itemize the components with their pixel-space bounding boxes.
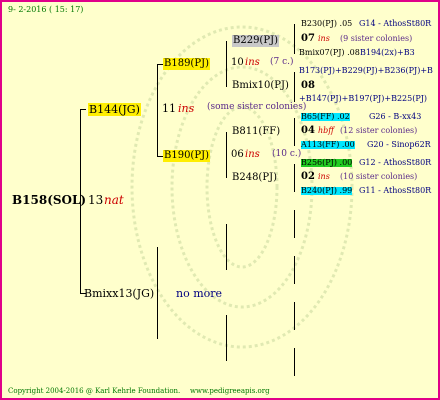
gen2-b-mating: ins xyxy=(245,149,260,160)
gen4-r10[interactable]: B256(PJ) .00 xyxy=(301,159,353,167)
root-queen[interactable]: B158(SOL) xyxy=(12,194,86,206)
gen2-a-sisters: (7 c.) xyxy=(270,57,294,67)
gen4-r3-origin: B194(2x)+B3 xyxy=(360,48,415,57)
gen2-b-queen[interactable]: B190(PJ) xyxy=(163,150,210,162)
gen1-top-year: 11 xyxy=(162,102,176,115)
gen3-b-queen[interactable]: Bmix10(PJ) xyxy=(232,81,289,91)
gen4-r2-year: 07 xyxy=(301,33,315,44)
gen4-r8-mating: hbff xyxy=(318,126,334,135)
gen3-d-queen[interactable]: B248(PJ) xyxy=(232,173,277,183)
gen2-b-year: 06 xyxy=(231,149,244,160)
pedigree-frame: 9- 2-2016 ( 15: 17) B158(SOL) 13 nat B14… xyxy=(0,0,440,400)
header-date: 9- 2-2016 ( 15: 17) xyxy=(8,5,84,14)
connector-line xyxy=(80,109,86,110)
empty-bracket xyxy=(226,224,227,270)
gen3-a-queen[interactable]: B229(PJ) xyxy=(232,35,279,47)
gen4-r4[interactable]: B173(PJ)+B229(PJ)+B236(PJ)+B xyxy=(299,67,433,75)
gen4-r3[interactable]: Bmix07(PJ) .08 xyxy=(299,49,360,57)
gen4-r7-origin: G26 - B-xx43 xyxy=(369,112,422,121)
footer-site-link[interactable]: www.pedigreeapis.org xyxy=(190,388,270,395)
gen4-r7[interactable]: B65(FF) .02 xyxy=(301,113,350,121)
connector-line xyxy=(294,72,295,102)
gen2-a-mating: ins xyxy=(245,57,260,68)
gen1-bottom-queen[interactable]: Bmixx13(JG) xyxy=(84,288,154,299)
connector-line xyxy=(294,24,295,54)
gen4-r11-year: 02 xyxy=(301,171,315,182)
connector-line xyxy=(294,118,295,146)
root-mating: nat xyxy=(104,193,124,207)
connector-line xyxy=(294,164,295,192)
gen4-r2-mating: ins xyxy=(318,34,330,43)
gen4-r8-year: 04 xyxy=(301,125,315,136)
empty-bracket xyxy=(294,210,295,238)
empty-bracket xyxy=(294,348,295,376)
gen1-bottom-nomore: no more xyxy=(176,287,223,300)
gen4-r9-origin: G20 - Sinop62R xyxy=(367,140,431,149)
footer-copyright: Copyright 2004-2016 @ Karl Kehrle Founda… xyxy=(8,387,181,395)
connector-line xyxy=(226,132,227,178)
gen3-c-queen[interactable]: B811(FF) xyxy=(232,127,280,137)
gen4-r12[interactable]: B240(PJ) .99 xyxy=(301,187,353,195)
gen4-r6: +B147(PJ)+B197(PJ)+B225(PJ) xyxy=(299,94,428,103)
root-year: 13 xyxy=(88,193,104,207)
gen4-r9[interactable]: A113(FF) .00 xyxy=(301,141,355,149)
connector-line xyxy=(226,41,227,87)
gen4-r11-sisters: (10 sister colonies) xyxy=(340,172,418,181)
connector-line xyxy=(157,64,158,156)
gen1-top-sisters: (some sister colonies) xyxy=(207,102,307,112)
gen2-b-sisters: (10 c.) xyxy=(272,149,302,159)
gen4-r5-year: 08 xyxy=(301,80,315,91)
empty-bracket xyxy=(226,315,227,361)
gen4-r1[interactable]: B230(PJ) .05 xyxy=(301,20,352,28)
gen2-a-queen[interactable]: B189(PJ) xyxy=(163,58,210,70)
empty-bracket xyxy=(294,302,295,330)
gen1-top-mating: ins xyxy=(178,102,195,115)
gen4-r10-origin: G12 - AthosSt80R xyxy=(359,158,432,167)
gen2-a-year: 10 xyxy=(231,57,244,68)
gen4-r8-sisters: (12 sister colonies) xyxy=(340,126,418,135)
gen4-r11-mating: ins xyxy=(318,172,330,181)
empty-bracket xyxy=(157,247,158,339)
gen4-r2-sisters: (9 sister colonies) xyxy=(340,34,413,43)
gen4-r12-origin: G11 - AthosSt80R xyxy=(359,186,432,195)
gen4-r1-origin: G14 - AthosSt80R xyxy=(359,19,432,28)
empty-bracket xyxy=(294,256,295,284)
gen1-top-queen[interactable]: B144(JG) xyxy=(88,103,141,116)
